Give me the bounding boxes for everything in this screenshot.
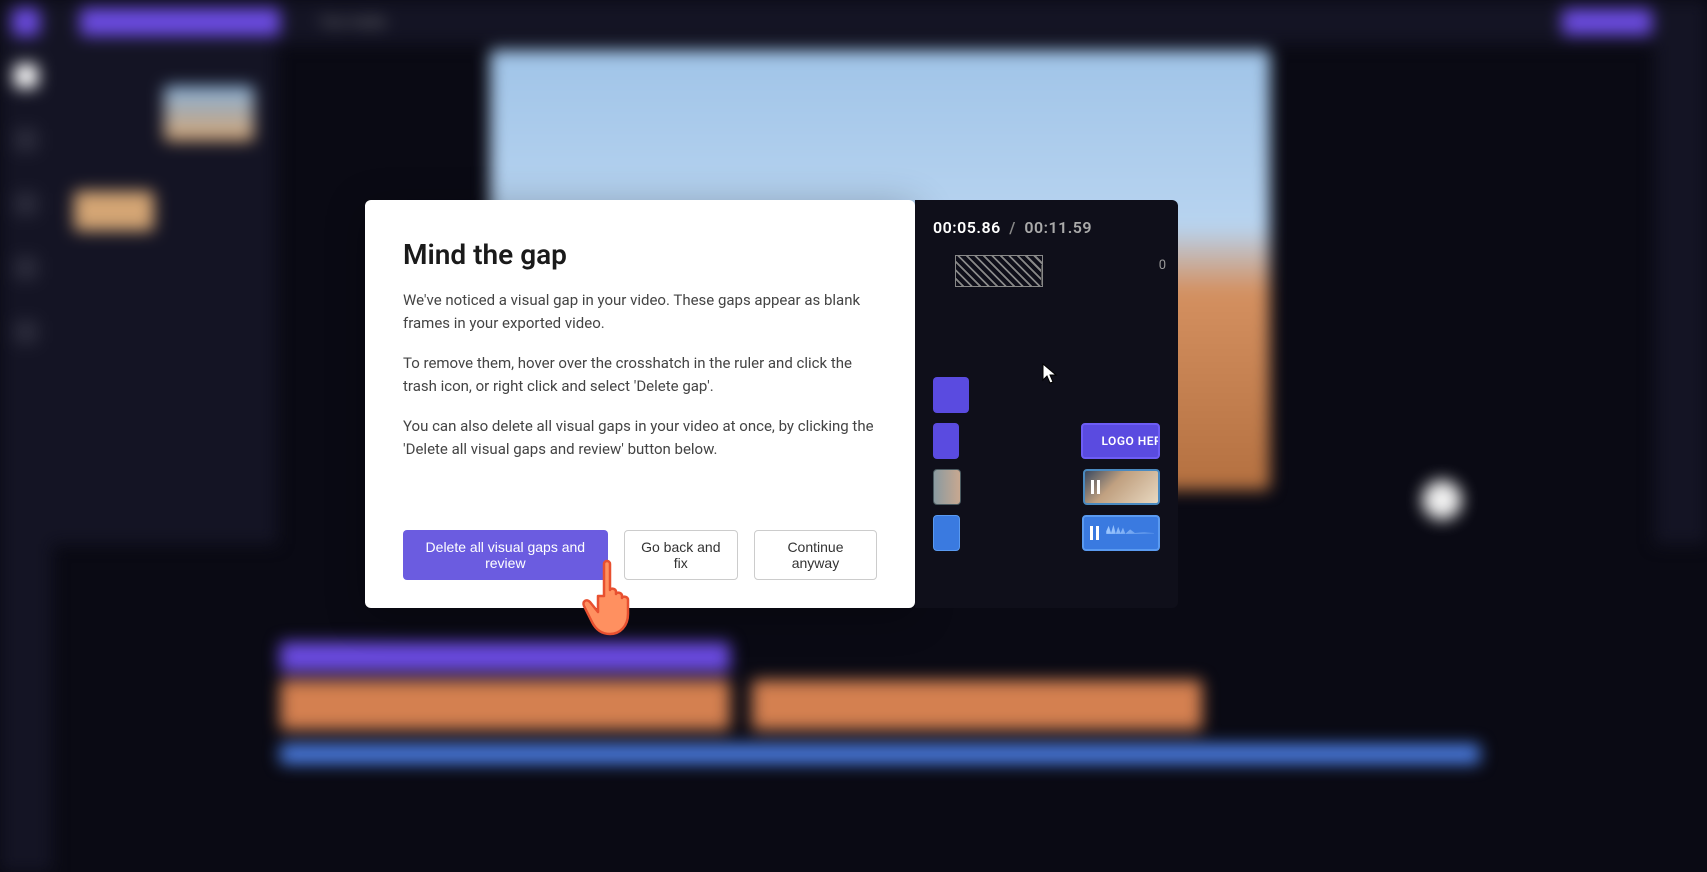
- top-bar: Your media: [0, 0, 1707, 44]
- clip-audio-fragment[interactable]: [933, 515, 960, 551]
- sidebar-media-icon: [14, 64, 38, 88]
- timeline-track: [280, 642, 730, 672]
- media-panel: [52, 44, 277, 544]
- ruler-tick-label: 0: [1159, 258, 1166, 273]
- app-logo-icon: [12, 8, 40, 36]
- media-thumbnail: [164, 86, 254, 141]
- sidebar-icon: [14, 128, 38, 152]
- breadcrumb: Your media: [320, 15, 385, 30]
- pause-icon: [1091, 480, 1103, 494]
- sidebar-icon: [14, 320, 38, 344]
- modal-paragraph: To remove them, hover over the crosshatc…: [403, 352, 877, 397]
- gap-crosshatch-icon[interactable]: [955, 255, 1043, 287]
- media-thumbnail: [74, 191, 154, 231]
- clip-logo-label: LOGO HERE: [1101, 434, 1160, 448]
- sidebar-icon: [14, 192, 38, 216]
- top-nav-button: [80, 8, 280, 36]
- time-current: 00:05.86: [933, 218, 1001, 237]
- ruler-tick: [1041, 265, 1042, 285]
- cursor-arrow-icon: [1042, 363, 1058, 385]
- time-total: 00:11.59: [1024, 218, 1092, 237]
- hand-pointer-icon: [576, 556, 646, 641]
- export-button: [1562, 9, 1652, 35]
- clip-logo[interactable]: LOGO HERE: [1081, 423, 1160, 459]
- time-separator: /: [1009, 218, 1016, 237]
- modal-paragraph: You can also delete all visual gaps in y…: [403, 415, 877, 460]
- timeline-audio-track: [280, 744, 1480, 764]
- clip-audio[interactable]: [1082, 515, 1160, 551]
- continue-anyway-button[interactable]: Continue anyway: [754, 530, 877, 580]
- modal-body: We've noticed a visual gap in your video…: [403, 289, 877, 478]
- timeline-clip: [752, 680, 1202, 730]
- clip-video-fragment[interactable]: [933, 469, 961, 505]
- right-sidebar: [1655, 44, 1707, 544]
- left-sidebar: [0, 44, 52, 872]
- modal-paragraph: We've noticed a visual gap in your video…: [403, 289, 877, 334]
- sidebar-icon: [14, 256, 38, 280]
- time-display: 00:05.86 / 00:11.59: [933, 218, 1160, 237]
- pause-icon: [1090, 526, 1102, 540]
- clip-text-fragment[interactable]: [933, 423, 959, 459]
- help-bubble-icon: [1422, 480, 1462, 520]
- clip-text-fragment[interactable]: [933, 377, 969, 413]
- gap-warning-modal: Mind the gap We've noticed a visual gap …: [365, 200, 915, 608]
- modal-title: Mind the gap: [403, 238, 877, 271]
- clip-video[interactable]: [1083, 469, 1160, 505]
- timeline: [280, 642, 1677, 842]
- timeline-clip: [280, 680, 730, 730]
- breadcrumb-item: Your media: [320, 15, 385, 30]
- gap-timeline-preview: 00:05.86 / 00:11.59 0 LOGO HERE: [915, 200, 1178, 608]
